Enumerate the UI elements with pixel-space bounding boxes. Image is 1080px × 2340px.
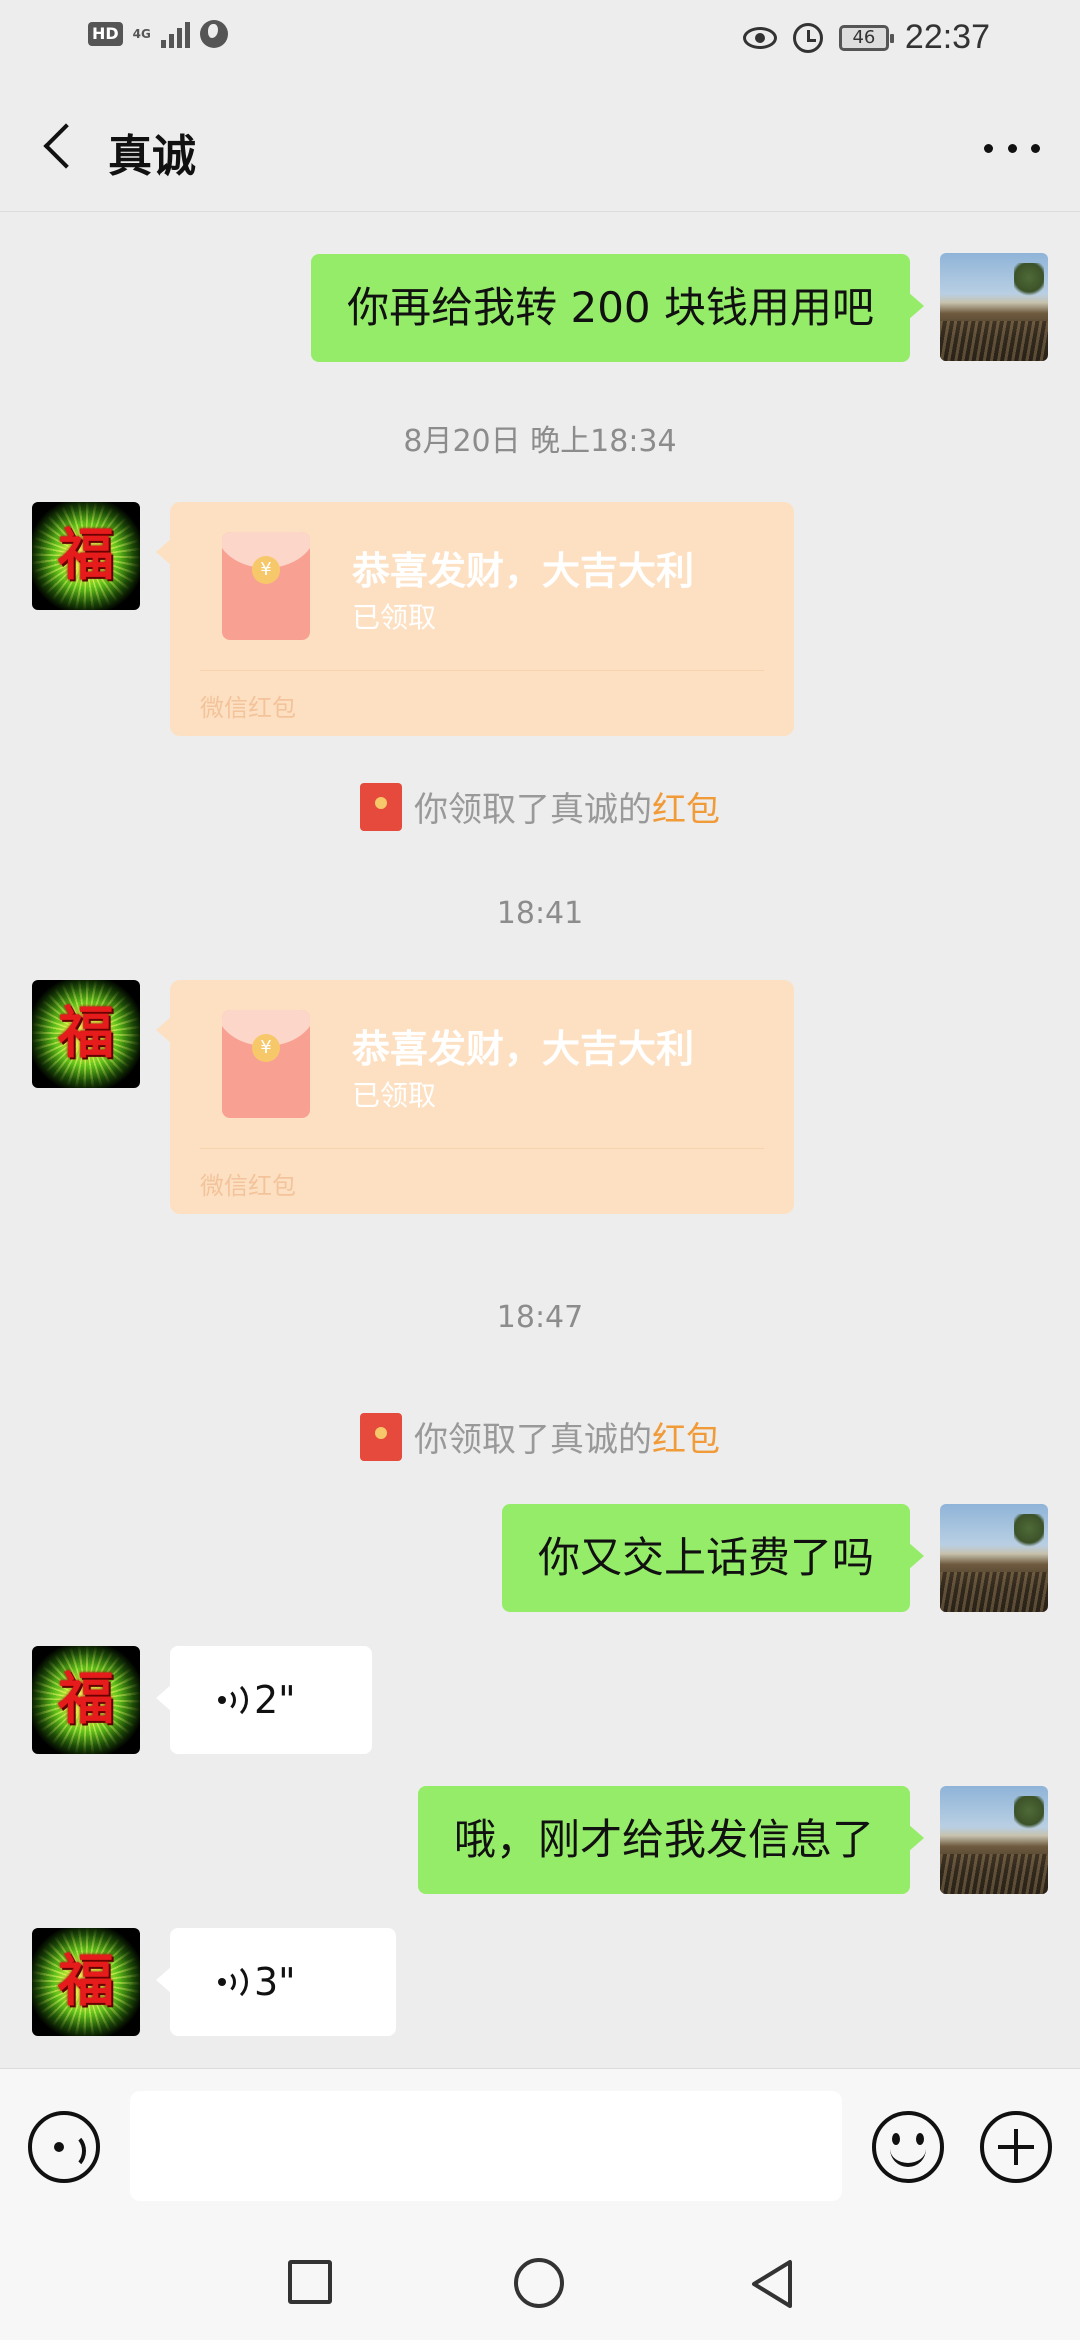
- red-packet-card[interactable]: ¥ 恭喜发财，大吉大利 已领取 微信红包: [156, 980, 794, 1214]
- message-text: 你又交上话费了吗: [537, 1533, 874, 1582]
- red-packet-brand: 微信红包: [200, 694, 296, 722]
- voice-duration: 2": [254, 1678, 296, 1722]
- system-message-text: 你领取了真诚的红包: [414, 1420, 720, 1460]
- system-navigation-bar: [0, 2226, 1080, 2340]
- voice-wave-icon: [218, 1680, 248, 1720]
- chat-title: 真诚: [108, 131, 196, 182]
- my-avatar[interactable]: [940, 1504, 1048, 1612]
- system-message-text: 你领取了真诚的红包: [414, 790, 720, 830]
- my-avatar[interactable]: [940, 253, 1048, 361]
- status-left: HD 4G: [88, 20, 228, 48]
- outgoing-message-bubble[interactable]: 哦，刚才给我发信息了: [417, 1786, 925, 1894]
- red-packet-card[interactable]: ¥ 恭喜发财，大吉大利 已领取 微信红包: [156, 502, 794, 736]
- dot-icon: [1031, 143, 1040, 153]
- chat-message-list[interactable]: 你再给我转 200 块钱用用吧 8月20日 晚上18:34 福 ¥ 恭喜发财，大…: [0, 212, 1080, 2068]
- outgoing-message-bubble[interactable]: 你又交上话费了吗: [501, 1504, 925, 1612]
- signal-icon: [160, 20, 190, 48]
- contact-avatar[interactable]: 福: [32, 1928, 140, 2036]
- red-packet-icon: ¥: [222, 532, 310, 640]
- red-packet-mini-icon: [360, 782, 402, 831]
- network-type: 4G: [132, 26, 151, 41]
- red-packet-link[interactable]: 红包: [652, 790, 720, 830]
- voice-input-toggle-button[interactable]: [28, 2111, 100, 2183]
- status-bar: HD 4G 46 22:37: [0, 0, 1080, 80]
- status-right: 46 22:37: [742, 18, 990, 57]
- message-text: 哦，刚才给我发信息了: [453, 1815, 874, 1864]
- dot-icon: [984, 143, 993, 153]
- red-packet-title: 恭喜发财，大吉大利: [352, 1027, 695, 1071]
- status-time: 22:37: [904, 18, 990, 56]
- contact-avatar[interactable]: 福: [32, 502, 140, 610]
- hd-badge: HD: [88, 22, 123, 46]
- red-packet-divider: [200, 1148, 764, 1149]
- timestamp: 18:47: [496, 1300, 584, 1335]
- red-packet-status: 已领取: [352, 601, 437, 634]
- eye-comfort-icon: [742, 26, 777, 49]
- red-packet-link[interactable]: 红包: [652, 1420, 720, 1460]
- more-options-button[interactable]: [984, 130, 1040, 166]
- red-packet-status: 已领取: [352, 1079, 437, 1112]
- voice-duration: 3": [254, 1960, 296, 2004]
- red-packet-divider: [200, 670, 764, 671]
- red-packet-mini-icon: [360, 1412, 402, 1461]
- voice-message-bubble[interactable]: 3": [156, 1928, 396, 2036]
- my-avatar[interactable]: [940, 1786, 1048, 1894]
- dot-icon: [1007, 143, 1017, 153]
- timestamp: 18:41: [496, 896, 584, 931]
- alarm-icon: [792, 22, 823, 53]
- recents-button[interactable]: [288, 2260, 332, 2304]
- contact-avatar[interactable]: 福: [32, 980, 140, 1088]
- message-input[interactable]: [130, 2091, 842, 2201]
- globe-icon: [199, 20, 228, 48]
- message-text: 你再给我转 200 块钱用用吧: [347, 283, 874, 332]
- home-button[interactable]: [514, 2258, 564, 2308]
- voice-wave-icon: [218, 1962, 248, 2002]
- emoji-button[interactable]: [872, 2111, 944, 2183]
- chat-input-bar: [0, 2068, 1080, 2226]
- chat-header: 真诚: [0, 80, 1080, 212]
- system-message: 你领取了真诚的红包: [0, 782, 1080, 831]
- battery-icon: 46: [838, 24, 894, 51]
- voice-message-bubble[interactable]: 2": [156, 1646, 372, 1754]
- outgoing-message-bubble[interactable]: 你再给我转 200 块钱用用吧: [311, 254, 924, 362]
- red-packet-title: 恭喜发财，大吉大利: [352, 549, 695, 593]
- back-button[interactable]: [36, 118, 80, 174]
- triangle-back-icon: [752, 2260, 792, 2308]
- more-functions-button[interactable]: [980, 2111, 1052, 2183]
- red-packet-icon: ¥: [222, 1010, 310, 1118]
- system-message: 你领取了真诚的红包: [0, 1412, 1080, 1461]
- contact-avatar[interactable]: 福: [32, 1646, 140, 1754]
- red-packet-brand: 微信红包: [200, 1172, 296, 1200]
- timestamp: 8月20日 晚上18:34: [403, 424, 677, 459]
